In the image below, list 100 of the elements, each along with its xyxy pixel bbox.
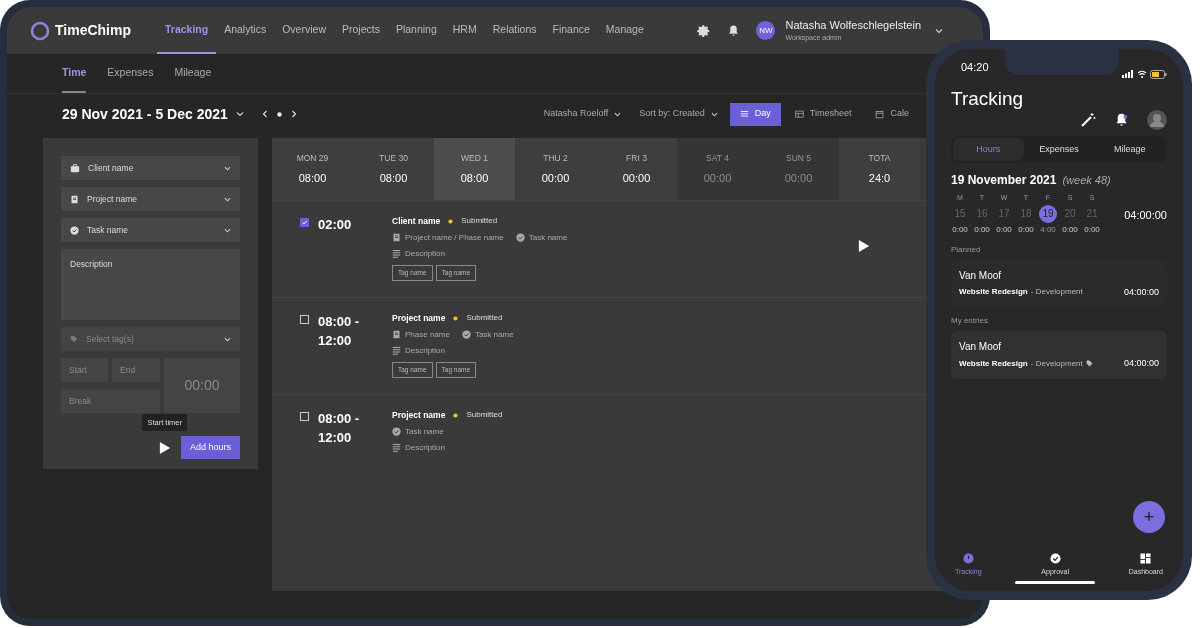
nav-tab[interactable]: Projects: [333, 7, 388, 54]
next-icon[interactable]: [290, 110, 297, 118]
day-label: TOTA: [868, 151, 891, 165]
checkbox[interactable]: [300, 412, 309, 421]
nav-tab[interactable]: Tracking: [157, 7, 217, 54]
day-hours: 00:00: [541, 170, 570, 186]
checkbox[interactable]: [300, 315, 309, 324]
logo-text: TimeChimp: [55, 21, 131, 40]
notification-icon[interactable]: [727, 23, 741, 38]
status-time: 04:20: [961, 59, 989, 75]
time-entry-card[interactable]: Van Moof Website Redesign - Development 04:00:00: [951, 331, 1167, 379]
day-hours: 0:00: [996, 223, 1012, 236]
filter-dropdown[interactable]: Sort by: Created: [639, 107, 705, 121]
chevron-down-icon: [710, 110, 718, 118]
status-label: Submitted: [466, 409, 503, 422]
today-dot-icon[interactable]: [276, 111, 282, 117]
check-circle-icon: [70, 225, 79, 235]
checkbox[interactable]: [300, 218, 309, 227]
screen-title: Tracking: [951, 87, 1024, 111]
status-dot-icon: [453, 412, 459, 418]
play-icon[interactable]: [158, 440, 171, 455]
entry-detail: Description: [405, 247, 445, 260]
entry-title: Client name: [392, 215, 441, 228]
check-circle-icon: [392, 427, 401, 437]
day-label: THU 2: [543, 151, 568, 165]
nav-tab[interactable]: Finance: [544, 7, 598, 54]
duration-display: 00:00: [164, 358, 240, 413]
document-icon: [392, 233, 401, 243]
notification-icon[interactable]: [1114, 111, 1129, 128]
play-icon[interactable]: [858, 239, 870, 253]
entry-detail: Description: [405, 344, 445, 357]
sub-tab[interactable]: Expenses: [107, 65, 154, 93]
description-field[interactable]: Description: [61, 249, 240, 320]
segment-tab[interactable]: Hours: [953, 137, 1024, 161]
logo-icon: [29, 19, 51, 42]
day-hours: 0:00: [1062, 223, 1078, 236]
magic-wand-icon[interactable]: [1080, 111, 1096, 128]
chevron-down-icon: [224, 164, 231, 172]
entry-duration: 04:00:00: [1123, 285, 1159, 299]
nav-tab[interactable]: Manage: [597, 7, 652, 54]
client-name: Van Moof: [959, 268, 1003, 283]
sub-tab[interactable]: Time: [62, 65, 87, 93]
task-name: - Development: [1030, 286, 1083, 299]
user-avatar[interactable]: NW: [756, 21, 776, 40]
select-field[interactable]: Client name: [61, 156, 240, 180]
project-name: Website Redesign: [959, 357, 1028, 370]
entry-detail: Project name / Phase name: [405, 231, 504, 244]
nav-tab[interactable]: Analytics: [216, 7, 275, 54]
task-name: - Development: [1030, 357, 1083, 370]
day-label: SAT 4: [706, 151, 729, 165]
chevron-down-icon: [224, 226, 231, 234]
entry-detail: Task name: [405, 425, 444, 438]
day-hours: 0:00: [1084, 223, 1100, 236]
client-name: Van Moof: [959, 340, 1003, 354]
nav-tab[interactable]: Planning: [387, 7, 445, 54]
text-lines-icon: [392, 443, 401, 453]
week-number: (week 48): [1062, 173, 1111, 188]
add-hours-button[interactable]: Add hours: [180, 436, 240, 459]
settings-icon[interactable]: [697, 23, 712, 38]
chevron-down-icon: [224, 335, 231, 343]
day-hours: 4:00: [1040, 223, 1056, 236]
entry-duration: 04:00:00: [1123, 357, 1159, 370]
chevron-down-icon: [614, 110, 622, 118]
selected-date: 19 November 2021: [951, 172, 1057, 189]
section-label: My entries: [951, 315, 989, 327]
check-circle-icon: [515, 233, 525, 243]
chevron-down-icon[interactable]: [235, 110, 244, 118]
entry-time: 02:00: [318, 216, 353, 234]
entry-time: 08:00 - 12:00: [318, 410, 361, 447]
check-circle-icon: [461, 330, 471, 340]
select-field[interactable]: Task name: [61, 218, 240, 242]
chevron-down-icon[interactable]: [935, 26, 943, 35]
section-label: Planned: [951, 243, 982, 256]
day-hours: 0:00: [952, 223, 968, 236]
view-tab[interactable]: Timesheet: [784, 102, 862, 126]
day-hours: 08:00: [460, 170, 489, 186]
filter-dropdown[interactable]: Natasha Roeloff: [543, 107, 609, 121]
sub-tab[interactable]: Mileage: [174, 65, 212, 93]
segment-tab[interactable]: Mileage: [1094, 137, 1165, 161]
wifi-icon: [1137, 70, 1147, 78]
day-label: TUE 30: [379, 151, 408, 165]
day-hours: 00:00: [703, 170, 732, 186]
document-icon: [392, 330, 401, 340]
view-tab[interactable]: Cale: [865, 102, 919, 126]
avatar-icon[interactable]: [1147, 109, 1167, 130]
text-lines-icon: [392, 346, 401, 356]
user-name: Natasha Wolfeschlegelstein: [785, 17, 921, 32]
nav-tab[interactable]: Relations: [484, 7, 545, 54]
segment-tab[interactable]: Expenses: [1023, 137, 1095, 161]
select-field[interactable]: Project name: [61, 187, 240, 211]
date-range[interactable]: 29 Nov 2021 - 5 Dec 2021: [62, 103, 228, 125]
nav-tab[interactable]: HRM: [444, 7, 485, 54]
nav-tab[interactable]: Overview: [274, 7, 334, 54]
day-hours: 00:00: [622, 170, 651, 186]
day-number[interactable]: 19: [1039, 204, 1057, 223]
view-tab[interactable]: Day: [729, 102, 781, 126]
text-lines-icon: [392, 249, 401, 259]
previous-icon[interactable]: [261, 110, 268, 118]
dashboard-icon: [1140, 552, 1152, 564]
add-button[interactable]: +: [1133, 501, 1165, 533]
